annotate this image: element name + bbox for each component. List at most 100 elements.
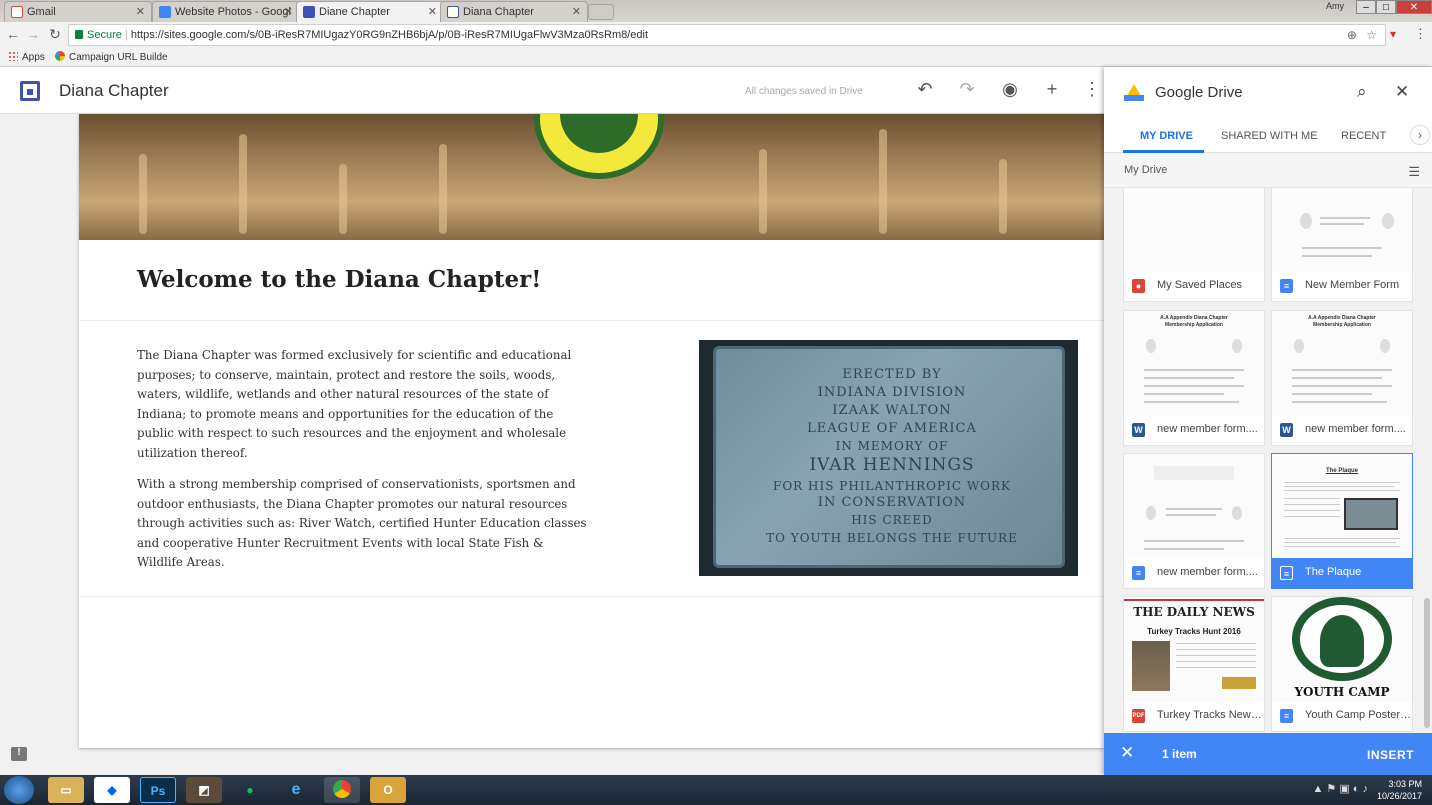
- maximize-icon[interactable]: □: [1376, 0, 1396, 14]
- plaque-text: IN CONSERVATION: [817, 495, 967, 510]
- close-tab-icon[interactable]: ✕: [136, 5, 145, 18]
- new-tab-button[interactable]: [588, 4, 614, 20]
- browser-tab-gmail[interactable]: Gmail ✕: [4, 1, 152, 22]
- file-thumbnail: A.A Appendix Diana Chapter Membership Ap…: [1272, 311, 1412, 416]
- file-tile-turkey-tracks-news[interactable]: THE DAILY NEWS Turkey Tracks Hunt 2016 P…: [1123, 596, 1265, 732]
- list-view-icon[interactable]: ☰: [1408, 164, 1420, 180]
- google-docs-icon: ≡: [1280, 566, 1293, 580]
- internet-explorer-icon[interactable]: e: [278, 777, 314, 803]
- file-name: ≡ New Member Form: [1272, 271, 1412, 301]
- file-tile-my-saved-places[interactable]: ● My Saved Places: [1123, 188, 1265, 302]
- bookmark-star-icon[interactable]: ☆: [1366, 28, 1377, 42]
- page-heading[interactable]: Welcome to the Diana Chapter!: [137, 266, 541, 293]
- file-explorer-icon[interactable]: ▭: [48, 777, 84, 803]
- drive-scrollbar[interactable]: [1424, 598, 1430, 728]
- clear-selection-icon[interactable]: ✕: [1120, 743, 1134, 763]
- file-tile-youth-camp-poster[interactable]: YOUTH CAMP ≡ Youth Camp Poster ...: [1271, 596, 1413, 732]
- minimize-icon[interactable]: –: [1356, 0, 1376, 14]
- section-divider: [79, 596, 1104, 597]
- photoshop-icon[interactable]: Ps: [140, 777, 176, 803]
- insert-button[interactable]: INSERT: [1367, 748, 1414, 762]
- chrome-menu-icon[interactable]: ⋮: [1414, 26, 1427, 42]
- address-bar[interactable]: Secure | https://sites.google.com/s/0B-i…: [68, 24, 1386, 46]
- membership-paragraph[interactable]: With a strong membership comprised of co…: [137, 475, 589, 573]
- zoom-icon[interactable]: ⊕: [1347, 28, 1357, 42]
- file-name: Wnew member form....: [1272, 415, 1412, 445]
- browser-tab-strip: Gmail ✕ Website Photos - Googl ✕ Diane C…: [0, 0, 1432, 22]
- profile-name[interactable]: Amy: [1326, 1, 1344, 11]
- file-tile-new-member-form-doc[interactable]: ≡ new member form....: [1123, 453, 1265, 589]
- gmail-icon: [11, 6, 23, 18]
- clock-time: 3:03 PM: [1388, 779, 1422, 789]
- google-docs-icon: ≡: [1132, 566, 1145, 580]
- tab-my-drive[interactable]: MY DRIVE: [1140, 130, 1193, 142]
- file-tile-new-member-form[interactable]: ≡ New Member Form: [1271, 188, 1413, 302]
- file-thumbnail: [1272, 188, 1412, 272]
- bookmark-campaign-url-builder[interactable]: Campaign URL Builde: [55, 51, 168, 63]
- file-tile-the-plaque[interactable]: The Plaque ≡ The Plaque: [1271, 453, 1413, 589]
- bookmark-apps[interactable]: Apps: [8, 51, 45, 63]
- site-title[interactable]: Diana Chapter: [59, 81, 169, 101]
- spotify-icon[interactable]: ●: [232, 777, 268, 803]
- izaak-walton-league-emblem: [534, 114, 664, 179]
- word-icon: W: [1280, 423, 1293, 437]
- undo-icon[interactable]: ↶: [914, 79, 936, 100]
- feedback-icon[interactable]: !: [11, 747, 27, 761]
- google-docs-icon: ≡: [1280, 709, 1293, 723]
- breadcrumb-bar: My Drive ☰: [1104, 153, 1432, 188]
- google-docs-icon: ≡: [1280, 279, 1293, 293]
- page-icon: [447, 6, 459, 18]
- google-icon: [55, 51, 65, 61]
- browser-tab-diane-chapter[interactable]: Diane Chapter ✕: [296, 1, 444, 22]
- file-name: PDF Turkey Tracks News...: [1132, 709, 1264, 723]
- word-icon: W: [1132, 423, 1145, 437]
- close-tab-icon[interactable]: ✕: [572, 5, 581, 18]
- search-icon[interactable]: ⌕: [1357, 82, 1367, 102]
- bookmark-label: Apps: [22, 52, 45, 63]
- back-icon[interactable]: ←: [4, 26, 22, 42]
- close-icon[interactable]: ✕: [1395, 82, 1409, 102]
- plaque-text: IZAAK WALTON: [832, 403, 952, 418]
- file-tile-new-member-form-word-2[interactable]: A.A Appendix Diana Chapter Membership Ap…: [1271, 310, 1413, 446]
- file-name: ≡ new member form....: [1124, 558, 1264, 588]
- browser-tab-website-photos[interactable]: Website Photos - Googl ✕: [152, 1, 300, 22]
- file-thumbnail: The Plaque: [1272, 454, 1412, 559]
- file-name: Wnew member form....: [1124, 415, 1264, 445]
- reload-icon[interactable]: ↻: [46, 26, 64, 43]
- share-icon[interactable]: +: [1041, 79, 1063, 100]
- dropbox-icon[interactable]: ◆: [94, 777, 130, 803]
- file-tile-new-member-form-word-1[interactable]: A.A Appendix Diana Chapter Membership Ap…: [1123, 310, 1265, 446]
- clock-date: 10/26/2017: [1376, 791, 1422, 801]
- file-thumbnail: [1124, 454, 1264, 559]
- chevron-right-icon[interactable]: ›: [1410, 125, 1430, 145]
- system-clock[interactable]: 3:03 PM 10/26/2017: [1377, 778, 1422, 802]
- google-drive-panel: Google Drive ⌕ ✕ MY DRIVE SHARED WITH ME…: [1104, 67, 1432, 775]
- editor-canvas: Welcome to the Diana Chapter! The Diana …: [0, 114, 1104, 774]
- plaque-image[interactable]: ERECTED BY INDIANA DIVISION IZAAK WALTON…: [699, 340, 1078, 576]
- close-window-icon[interactable]: ✕: [1396, 0, 1432, 14]
- tab-recent[interactable]: RECENT: [1341, 130, 1386, 142]
- google-sites-logo-icon[interactable]: [20, 81, 40, 101]
- photos-icon: [159, 6, 171, 18]
- more-icon[interactable]: ⋮: [1083, 79, 1101, 100]
- chrome-icon[interactable]: [324, 777, 360, 803]
- sites-icon: [303, 6, 315, 18]
- close-tab-icon[interactable]: ✕: [428, 5, 437, 18]
- plaque-text: IVAR HENNINGS: [809, 455, 975, 475]
- system-tray-icons[interactable]: ▲ ⚑ ▣ ◐ ♪: [1312, 782, 1368, 795]
- breadcrumb[interactable]: My Drive: [1124, 164, 1167, 176]
- app-icon[interactable]: ◩: [186, 777, 222, 803]
- start-button[interactable]: [4, 776, 34, 804]
- extension-icon[interactable]: ▾: [1390, 27, 1396, 41]
- forward-icon[interactable]: →: [24, 26, 42, 42]
- outlook-icon[interactable]: O: [370, 777, 406, 803]
- browser-tab-diana-chapter[interactable]: Diana Chapter ✕: [440, 1, 588, 22]
- header-banner-image[interactable]: [79, 114, 1104, 240]
- preview-icon[interactable]: ◉: [999, 79, 1021, 100]
- intro-paragraph[interactable]: The Diana Chapter was formed exclusively…: [137, 346, 589, 463]
- redo-icon[interactable]: ↷: [956, 79, 978, 100]
- site-page: Welcome to the Diana Chapter! The Diana …: [79, 114, 1104, 748]
- close-tab-icon[interactable]: ✕: [284, 5, 293, 18]
- tab-shared-with-me[interactable]: SHARED WITH ME: [1221, 130, 1318, 142]
- window-controls: – □ ✕: [1356, 0, 1432, 14]
